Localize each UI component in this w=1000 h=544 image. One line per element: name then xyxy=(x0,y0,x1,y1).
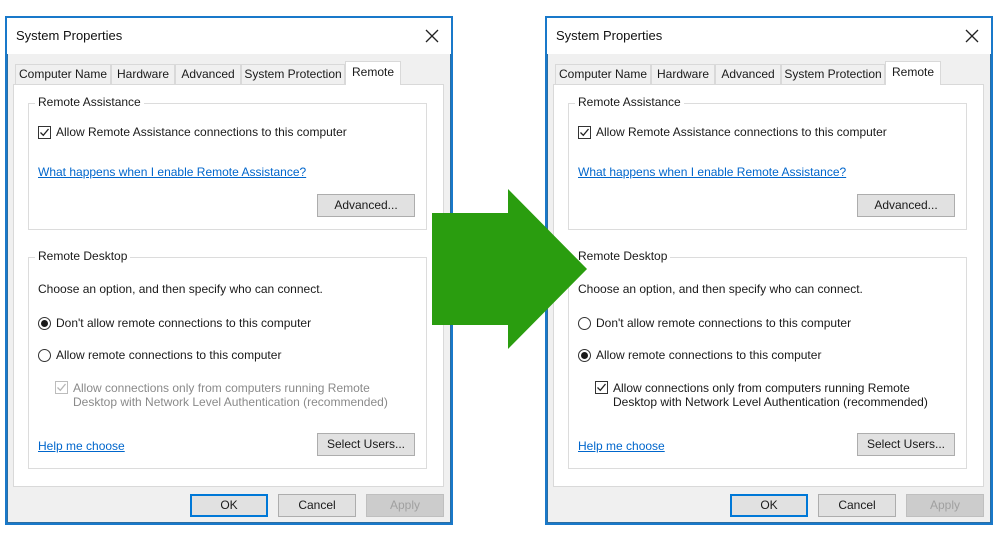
remote-assistance-group-label: Remote Assistance xyxy=(35,95,144,109)
checkmark-icon xyxy=(57,383,67,392)
help-me-choose-link[interactable]: Help me choose xyxy=(578,439,665,453)
title-bar: System Properties xyxy=(7,18,451,54)
nla-checkbox[interactable]: Allow connections only from computers ru… xyxy=(55,381,388,409)
checkmark-icon xyxy=(580,128,590,137)
remote-desktop-instruction: Choose an option, and then specify who c… xyxy=(38,282,323,296)
checkbox-box[interactable] xyxy=(595,381,608,394)
remote-assistance-help-link[interactable]: What happens when I enable Remote Assist… xyxy=(578,165,846,179)
allow-remote-assistance-label: Allow Remote Assistance connections to t… xyxy=(596,125,887,139)
close-button[interactable] xyxy=(957,22,987,50)
remote-desktop-instruction: Choose an option, and then specify who c… xyxy=(578,282,863,296)
remote-assistance-group: Remote Assistance Allow Remote Assistanc… xyxy=(28,95,427,230)
remote-desktop-group-label: Remote Desktop xyxy=(575,249,671,263)
nla-label-line2: Desktop with Network Level Authenticatio… xyxy=(613,395,928,409)
tab-system-protection[interactable]: System Protection xyxy=(781,64,885,84)
remote-desktop-group: Remote Desktop Choose an option, and the… xyxy=(568,249,967,469)
checkmark-icon xyxy=(597,383,607,392)
radio-selected-dot xyxy=(581,352,588,359)
nla-label-line1: Allow connections only from computers ru… xyxy=(613,381,910,395)
ok-button[interactable]: OK xyxy=(730,494,808,517)
select-users-button[interactable]: Select Users... xyxy=(317,433,415,456)
radio-dont-allow-remote[interactable]: Don't allow remote connections to this c… xyxy=(38,317,311,330)
radio-allow-label: Allow remote connections to this compute… xyxy=(596,348,822,362)
advanced-button[interactable]: Advanced... xyxy=(857,194,955,217)
nla-checkbox[interactable]: Allow connections only from computers ru… xyxy=(595,381,928,409)
radio-dont-allow-remote[interactable]: Don't allow remote connections to this c… xyxy=(578,317,851,330)
nla-label: Allow connections only from computers ru… xyxy=(73,381,388,409)
apply-button[interactable]: Apply xyxy=(366,494,444,517)
cancel-button[interactable]: Cancel xyxy=(818,494,896,517)
ok-button[interactable]: OK xyxy=(190,494,268,517)
advanced-button[interactable]: Advanced... xyxy=(317,194,415,217)
tab-computer-name[interactable]: Computer Name xyxy=(15,64,111,84)
radio-button[interactable] xyxy=(38,349,51,362)
cancel-button[interactable]: Cancel xyxy=(278,494,356,517)
title-bar: System Properties xyxy=(547,18,991,54)
allow-remote-assistance-checkbox[interactable]: Allow Remote Assistance connections to t… xyxy=(38,126,347,139)
right-arrow-icon xyxy=(432,189,587,349)
close-icon xyxy=(965,29,979,43)
allow-remote-assistance-checkbox[interactable]: Allow Remote Assistance connections to t… xyxy=(578,126,887,139)
dialog-title: System Properties xyxy=(16,28,123,43)
radio-allow-label: Allow remote connections to this compute… xyxy=(56,348,282,362)
tab-remote[interactable]: Remote xyxy=(885,61,941,85)
dialog-title: System Properties xyxy=(556,28,663,43)
remote-assistance-group-label: Remote Assistance xyxy=(575,95,684,109)
checkbox-box[interactable] xyxy=(578,126,591,139)
tab-hardware[interactable]: Hardware xyxy=(111,64,175,84)
radio-dont-allow-label: Don't allow remote connections to this c… xyxy=(56,316,312,330)
system-properties-dialog-after: System Properties Computer Name Hardware… xyxy=(545,16,993,525)
checkbox-box[interactable] xyxy=(38,126,51,139)
tab-hardware[interactable]: Hardware xyxy=(651,64,715,84)
radio-button[interactable] xyxy=(38,317,51,330)
tab-remote[interactable]: Remote xyxy=(345,61,401,85)
nla-label: Allow connections only from computers ru… xyxy=(613,381,928,409)
tab-system-protection[interactable]: System Protection xyxy=(241,64,345,84)
remote-tab-panel: Remote Assistance Allow Remote Assistanc… xyxy=(553,84,984,487)
tab-computer-name[interactable]: Computer Name xyxy=(555,64,651,84)
select-users-button[interactable]: Select Users... xyxy=(857,433,955,456)
allow-remote-assistance-label: Allow Remote Assistance connections to t… xyxy=(56,125,347,139)
close-icon xyxy=(425,29,439,43)
remote-desktop-group-label: Remote Desktop xyxy=(35,249,131,263)
close-button[interactable] xyxy=(417,22,447,50)
tab-advanced[interactable]: Advanced xyxy=(715,64,781,84)
radio-selected-dot xyxy=(41,320,48,327)
help-me-choose-link[interactable]: Help me choose xyxy=(38,439,125,453)
nla-label-line2: Desktop with Network Level Authenticatio… xyxy=(73,395,388,409)
remote-assistance-group: Remote Assistance Allow Remote Assistanc… xyxy=(568,95,967,230)
checkbox-box[interactable] xyxy=(55,381,68,394)
remote-tab-panel: Remote Assistance Allow Remote Assistanc… xyxy=(13,84,444,487)
apply-button[interactable]: Apply xyxy=(906,494,984,517)
remote-assistance-help-link[interactable]: What happens when I enable Remote Assist… xyxy=(38,165,306,179)
system-properties-dialog-before: System Properties Computer Name Hardware… xyxy=(5,16,453,525)
radio-button[interactable] xyxy=(578,349,591,362)
radio-dont-allow-label: Don't allow remote connections to this c… xyxy=(596,316,852,330)
remote-desktop-group: Remote Desktop Choose an option, and the… xyxy=(28,249,427,469)
radio-allow-remote[interactable]: Allow remote connections to this compute… xyxy=(38,349,281,362)
nla-label-line1: Allow connections only from computers ru… xyxy=(73,381,370,395)
checkmark-icon xyxy=(40,128,50,137)
radio-allow-remote[interactable]: Allow remote connections to this compute… xyxy=(578,349,821,362)
tab-advanced[interactable]: Advanced xyxy=(175,64,241,84)
